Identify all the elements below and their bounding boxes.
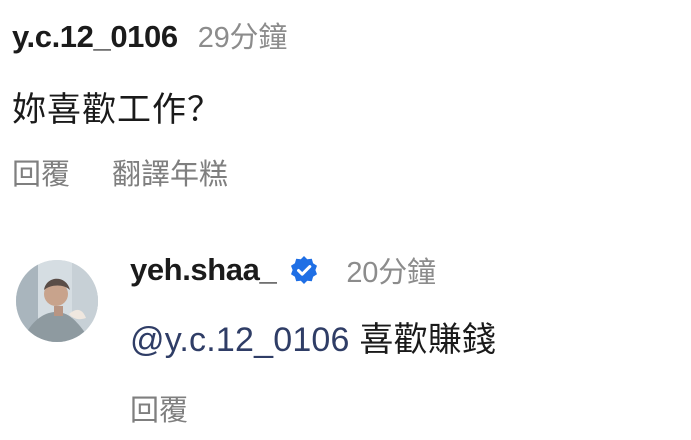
reply-message: 喜歡賺錢 — [359, 321, 497, 359]
comment-actions: 回覆 翻譯年糕 — [12, 151, 672, 193]
comment-item: y.c.12_0106 29分鐘 妳喜歡工作？ 回覆 翻譯年糕 — [12, 14, 672, 193]
reply-time: 20分鐘 — [346, 257, 436, 289]
reply-reply-button[interactable]: 回覆 — [130, 395, 188, 427]
reply-meta: yeh.shaa_ 20分鐘 — [130, 248, 670, 292]
mention-link[interactable]: @y.c.12_0106 — [130, 321, 350, 359]
avatar[interactable] — [16, 260, 98, 342]
comment-meta: y.c.12_0106 29分鐘 — [12, 14, 672, 54]
reply-actions: 回覆 — [130, 387, 670, 429]
comment-text: 妳喜歡工作？ — [12, 91, 222, 129]
reply-text: @y.c.12_0106 喜歡賺錢 — [130, 312, 670, 361]
avatar-photo-icon — [16, 260, 98, 342]
comment-time: 29分鐘 — [197, 22, 288, 54]
comment-username[interactable]: y.c.12_0106 — [12, 19, 178, 55]
reply-button[interactable]: 回覆 — [12, 151, 70, 193]
reply-body: yeh.shaa_ 20分鐘 @y.c.12_0106 喜歡賺錢 回覆 — [130, 248, 670, 429]
translate-button[interactable]: 翻譯年糕 — [112, 151, 228, 193]
reply-username[interactable]: yeh.shaa_ — [130, 252, 277, 288]
verified-badge-icon — [288, 254, 320, 286]
